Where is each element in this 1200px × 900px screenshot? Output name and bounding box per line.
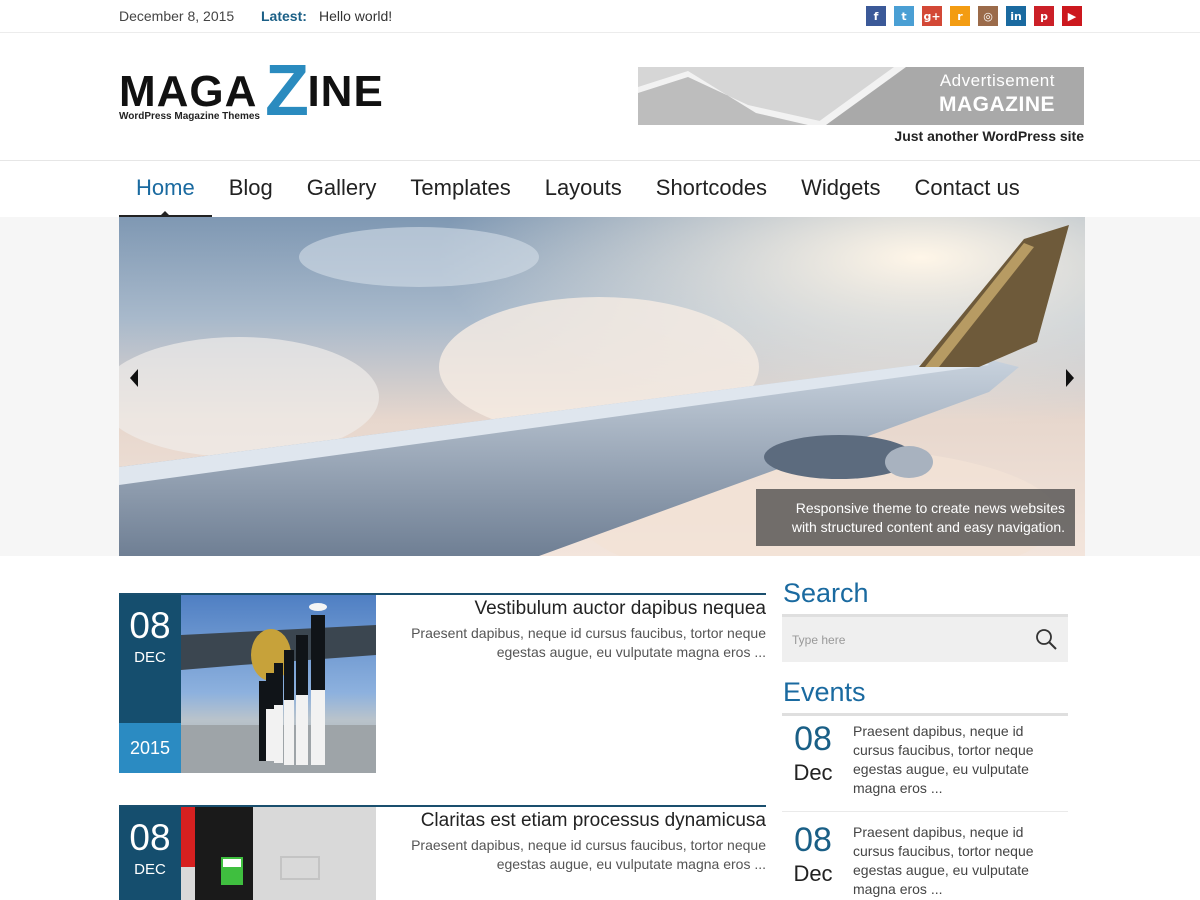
nav-item-shortcodes[interactable]: Shortcodes [639, 161, 784, 217]
nav-item-widgets[interactable]: Widgets [784, 161, 897, 217]
rss-icon[interactable]: r [950, 6, 970, 26]
post-date-box: 08 DEC [119, 807, 181, 900]
twitter-icon[interactable]: t [894, 6, 914, 26]
nav-item-home[interactable]: Home [119, 161, 212, 217]
post-excerpt: Praesent dapibus, neque id cursus faucib… [411, 837, 766, 872]
latest-news-link[interactable]: Hello world! [319, 8, 392, 24]
slider-prev-arrow[interactable] [130, 369, 138, 387]
post-title-link[interactable]: Claritas est etiam processus dynamicusa [421, 810, 766, 832]
facebook-icon[interactable]: f [866, 6, 886, 26]
post-excerpt: Praesent dapibus, neque id cursus faucib… [411, 625, 766, 660]
slider-caption: Responsive theme to create news websites… [756, 489, 1075, 546]
main-navigation: Home Blog Gallery Templates Layouts Shortcode… [119, 161, 1037, 217]
search-input[interactable]: Type here [792, 633, 845, 647]
event-item[interactable]: 08 Dec Praesent dapibus, neque id cursus… [782, 817, 1068, 900]
nav-item-blog[interactable]: Blog [212, 161, 290, 217]
social-icons: f t g+ r ◎ in p ▶ [866, 6, 1082, 26]
post-thumbnail[interactable] [181, 807, 376, 900]
post-card: 08 DEC 2015 Vestibulum auctor dapibus ne… [119, 593, 766, 773]
post-card: 08 DEC Claritas est etiam processus dyna… [119, 805, 766, 900]
interior-photo [181, 807, 376, 900]
search-box[interactable]: Type here [782, 617, 1068, 662]
event-day: 08 [794, 821, 832, 859]
advertisement-banner[interactable]: Advertisement MAGAZINE [638, 67, 1084, 125]
current-date: December 8, 2015 [119, 8, 235, 24]
logo-tagline: WordPress Magazine Themes [119, 111, 260, 122]
site-header: MAGA INE Z WordPress Magazine Themes Adve… [0, 33, 1200, 161]
instagram-icon[interactable]: ◎ [978, 6, 998, 26]
google-plus-icon[interactable]: g+ [922, 6, 942, 26]
caption-line-2: with structured content and easy navigat… [791, 519, 1065, 535]
site-logo[interactable]: MAGA INE Z WordPress Magazine Themes [119, 53, 409, 127]
nav-item-gallery[interactable]: Gallery [290, 161, 394, 217]
post-day: 08 [129, 817, 171, 858]
nav-item-layouts[interactable]: Layouts [528, 161, 639, 217]
caption-line-1: Responsive theme to create news websites [795, 500, 1065, 516]
post-year: 2015 [119, 723, 181, 773]
events-widget-title: Events [783, 677, 866, 707]
slider-next-arrow[interactable] [1066, 369, 1074, 387]
post-title-link[interactable]: Vestibulum auctor dapibus nequea [474, 598, 766, 620]
ad-logo: MAGAZINE [939, 93, 1055, 116]
logo-text-left: MAGA INE [119, 67, 384, 116]
post-month: DEC [134, 861, 166, 878]
search-widget-title: Search [783, 578, 869, 608]
ad-label: Advertisement [939, 71, 1055, 90]
event-text: Praesent dapibus, neque id cursus faucib… [853, 723, 1034, 796]
nav-item-contact-us[interactable]: Contact us [898, 161, 1037, 217]
linkedin-icon[interactable]: in [1006, 6, 1026, 26]
event-month: Dec [793, 861, 833, 886]
search-icon[interactable] [1034, 627, 1058, 651]
pinterest-icon[interactable]: p [1034, 6, 1054, 26]
youtube-icon[interactable]: ▶ [1062, 6, 1082, 26]
site-description: Just another WordPress site [894, 128, 1084, 144]
marines-photo [181, 603, 376, 773]
post-thumbnail[interactable] [181, 595, 376, 773]
logo-z-mark: Z [265, 51, 309, 131]
post-day: 08 [129, 605, 171, 646]
nav-item-templates[interactable]: Templates [393, 161, 527, 217]
event-month: Dec [793, 760, 833, 785]
event-item[interactable]: 08 Dec Praesent dapibus, neque id cursus… [782, 716, 1068, 812]
post-month: DEC [134, 649, 166, 666]
post-date-box: 08 DEC [119, 595, 181, 723]
latest-label: Latest: [261, 8, 307, 24]
event-day: 08 [794, 720, 832, 758]
event-text: Praesent dapibus, neque id cursus faucib… [853, 824, 1034, 897]
top-bar: December 8, 2015 Latest: Hello world! ft… [0, 0, 1200, 33]
